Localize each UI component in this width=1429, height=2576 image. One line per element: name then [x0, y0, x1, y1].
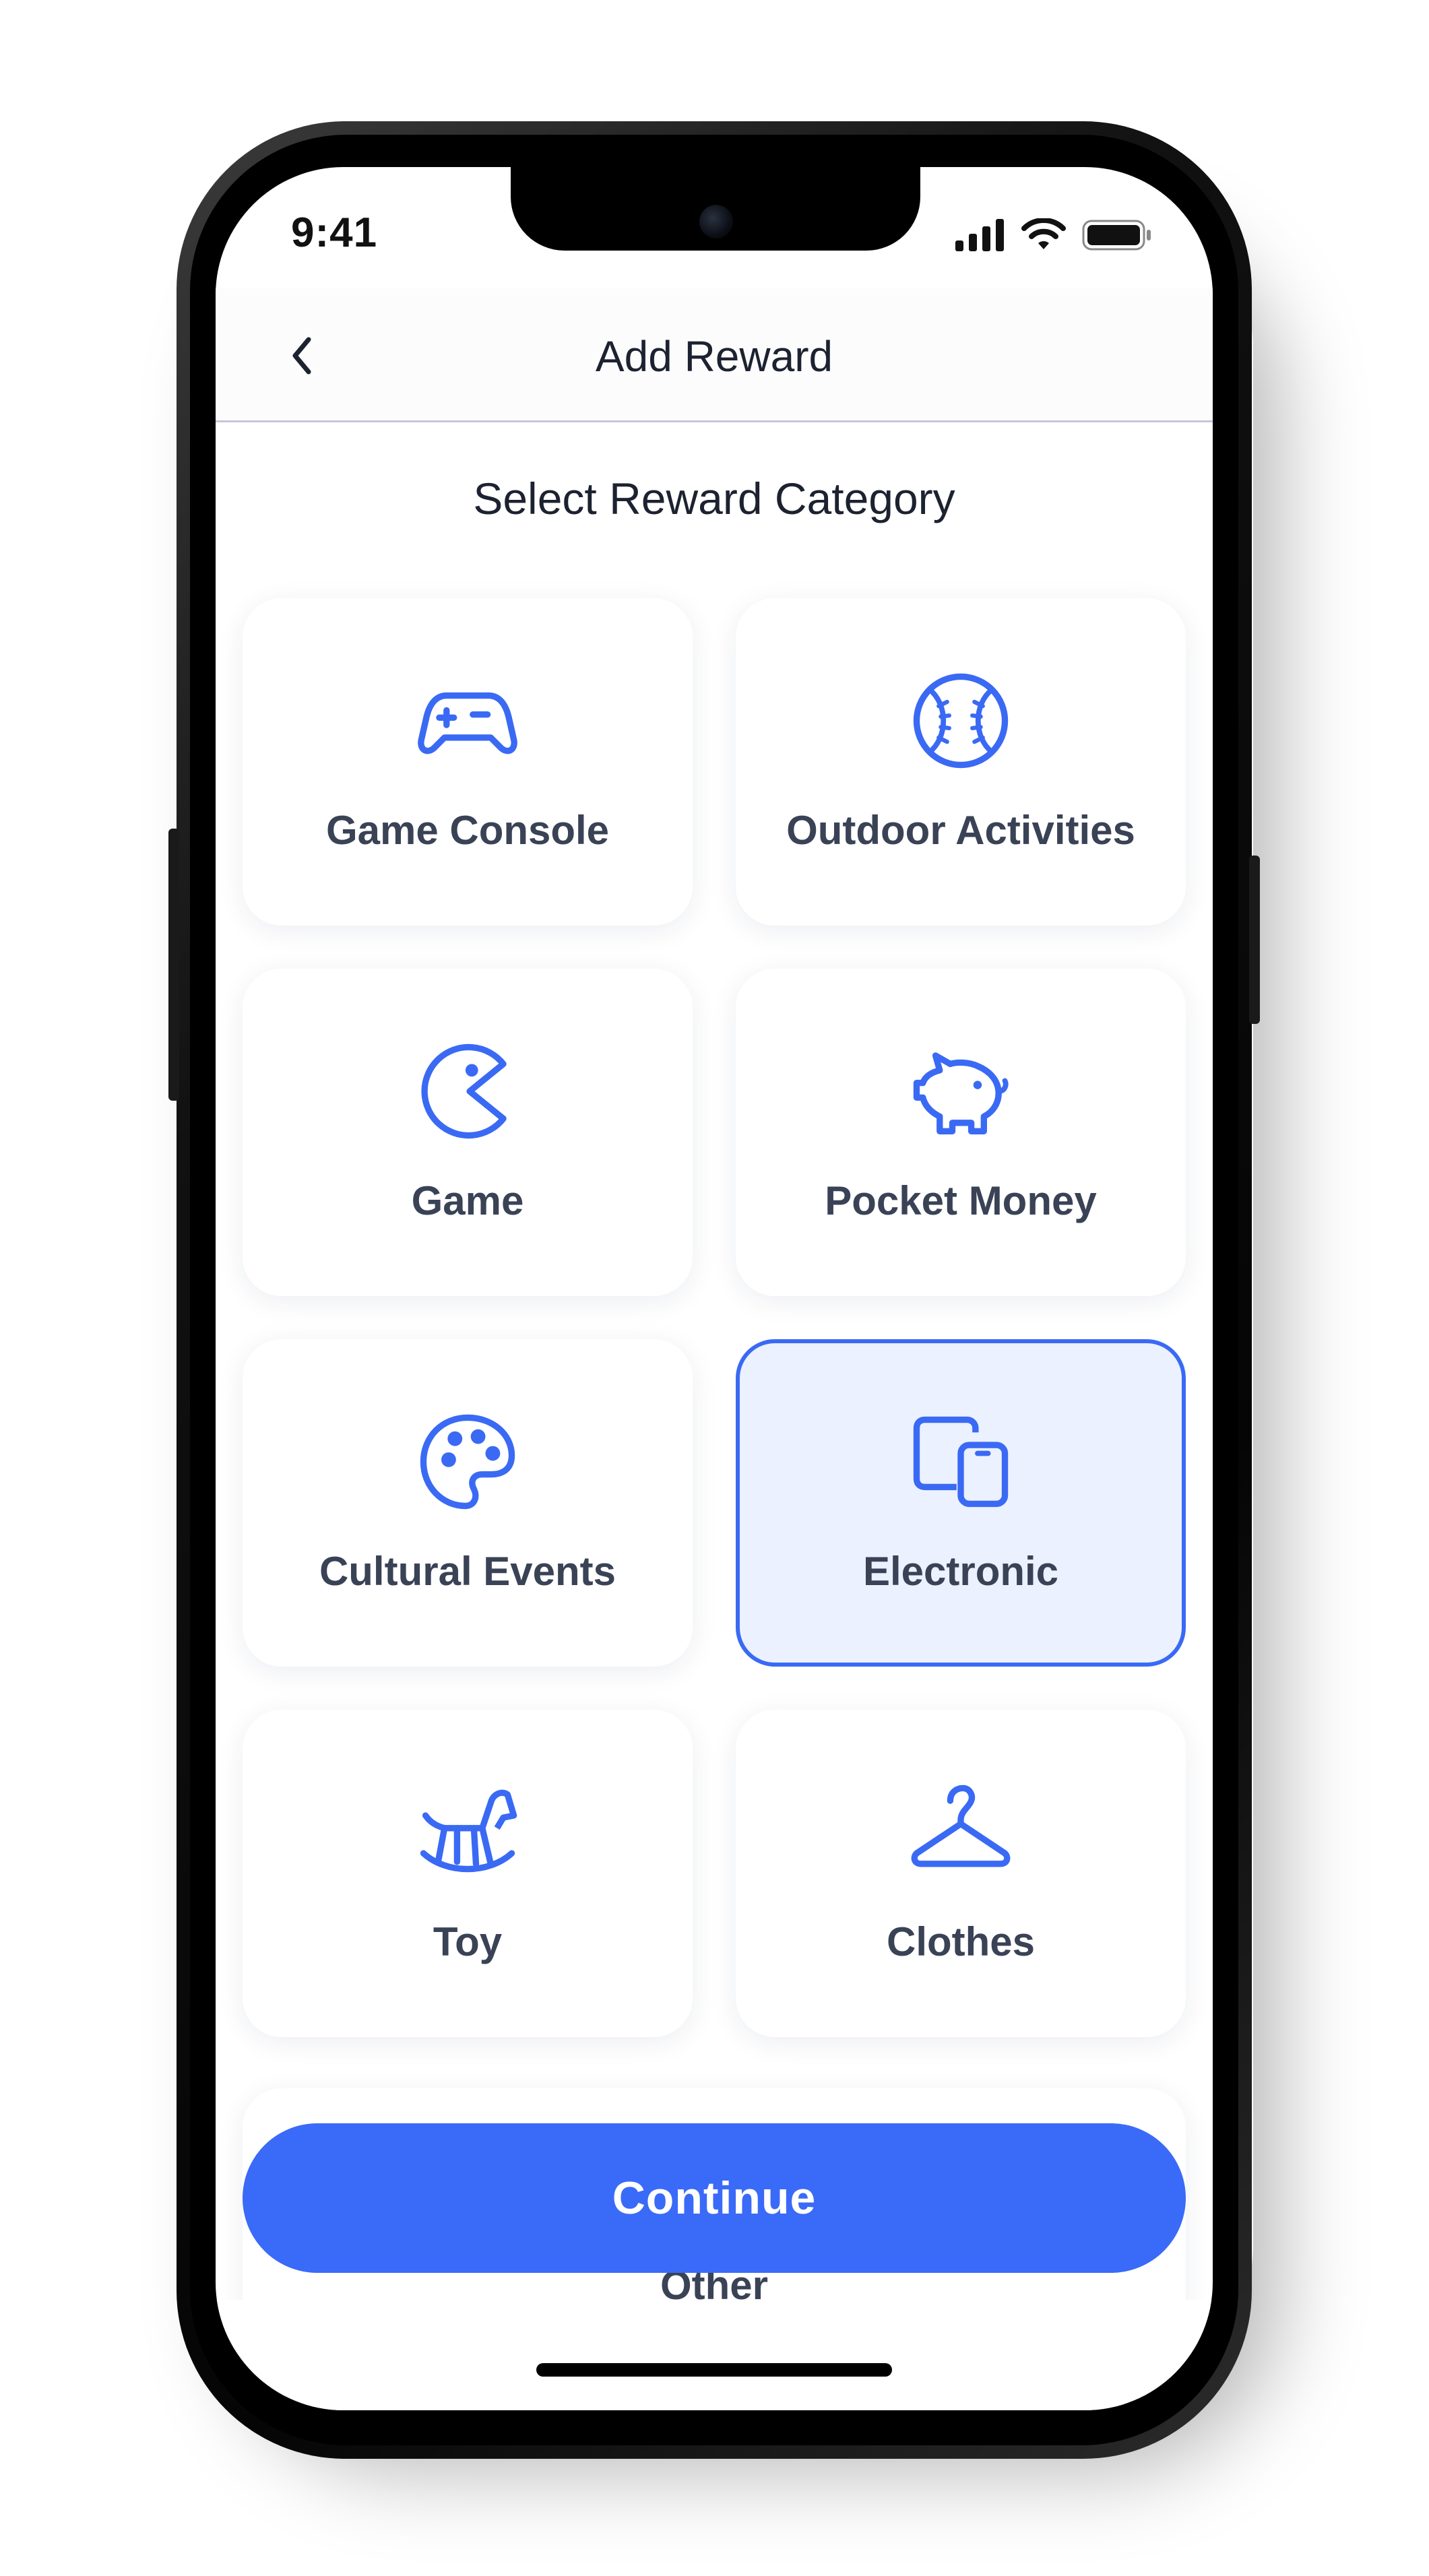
category-card-toy[interactable]: Toy — [243, 1710, 693, 2037]
cellular-signal-icon — [955, 219, 1004, 251]
category-label: Toy — [433, 1919, 503, 1964]
category-label: Pocket Money — [825, 1178, 1097, 1223]
mockup-stage: 9:41 Add Reward Select Reward Category G… — [0, 0, 1429, 2576]
rocking-horse-icon — [420, 1789, 517, 1873]
category-card-pocket-money[interactable]: Pocket Money — [736, 969, 1186, 1296]
front-camera — [699, 205, 733, 238]
baseball-icon — [913, 673, 1009, 769]
category-label: Electronic — [862, 1549, 1059, 1594]
devices-icon — [913, 1416, 1009, 1508]
notch — [511, 167, 920, 251]
continue-button[interactable]: Continue — [243, 2123, 1186, 2273]
hanger-icon — [911, 1784, 1011, 1867]
battery-icon — [1082, 220, 1151, 251]
category-label: Clothes — [886, 1919, 1036, 1964]
status-icons — [955, 218, 1152, 252]
section-title: Select Reward Category — [473, 474, 955, 523]
category-label: Game Console — [325, 808, 610, 853]
category-card-outdoor-activities[interactable]: Outdoor Activities — [736, 598, 1186, 926]
power-button — [1249, 856, 1260, 1024]
category-card-cultural-events[interactable]: Cultural Events — [243, 1339, 693, 1667]
category-label: Game — [411, 1178, 524, 1223]
home-indicator[interactable] — [536, 2363, 892, 2377]
wifi-icon — [1021, 218, 1066, 249]
palette-icon — [420, 1414, 515, 1510]
category-label: Outdoor Activities — [786, 808, 1135, 853]
category-card-electronic[interactable]: Electronic — [736, 1339, 1186, 1667]
navigation-bar: Add Reward — [216, 288, 1213, 422]
category-card-clothes[interactable]: Clothes — [736, 1710, 1186, 2037]
category-card-game[interactable]: Game — [243, 969, 693, 1296]
bottom-safe-area — [216, 2300, 1213, 2410]
gamepad-icon — [418, 692, 517, 754]
piggy-bank-icon — [913, 1052, 1009, 1134]
silent-switch — [168, 829, 179, 1101]
category-label: Cultural Events — [319, 1549, 616, 1594]
status-time: 9:41 — [291, 210, 378, 256]
category-card-game-console[interactable]: Game Console — [243, 598, 693, 926]
pacman-icon — [421, 1043, 507, 1139]
page-title: Add Reward — [595, 332, 833, 381]
phone-screen: 9:41 Add Reward Select Reward Category G… — [216, 167, 1213, 2410]
